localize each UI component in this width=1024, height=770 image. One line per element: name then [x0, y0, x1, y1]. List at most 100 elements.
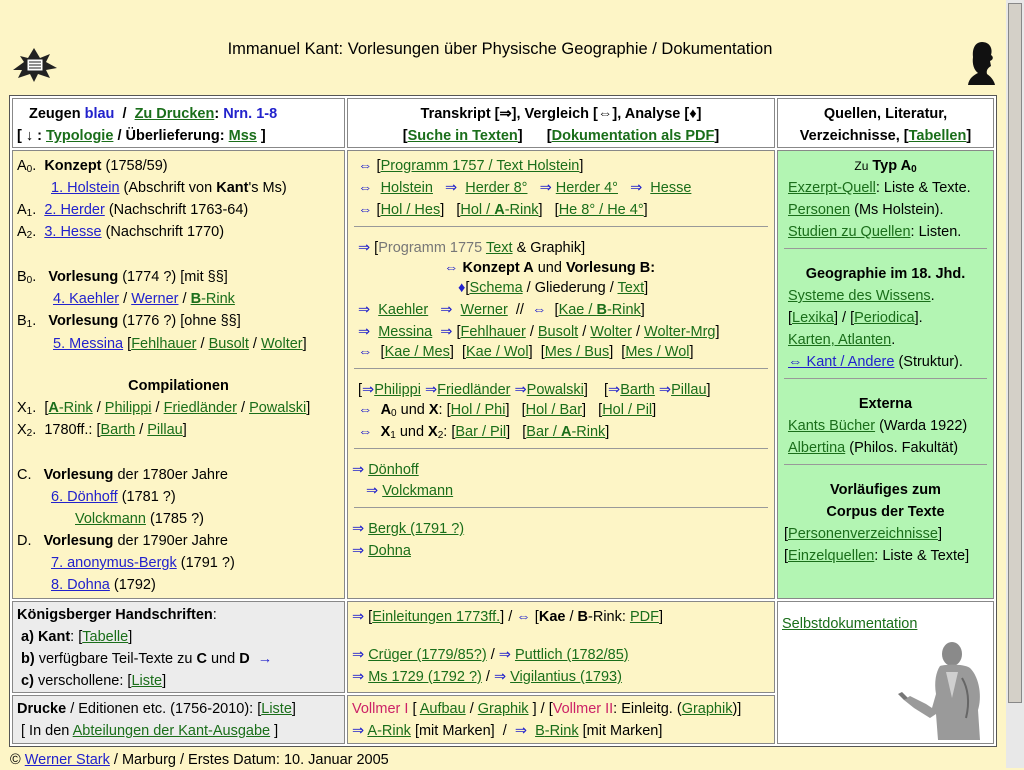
- aufbau-link[interactable]: Aufbau: [420, 701, 466, 717]
- dohna-link[interactable]: Dohna: [368, 543, 411, 559]
- liste-link[interactable]: Liste: [261, 701, 292, 717]
- graphik-link[interactable]: Graphik: [682, 701, 733, 717]
- herder-link[interactable]: 2. Herder: [44, 202, 104, 218]
- a-rink-link[interactable]: A-Rink: [367, 723, 411, 739]
- doenhoff-link[interactable]: 6. Dönhoff: [51, 489, 118, 505]
- text-link[interactable]: Text: [486, 240, 513, 256]
- kae-mes-link[interactable]: Kae / Mes: [385, 344, 450, 360]
- text-link[interactable]: Text: [618, 280, 645, 296]
- karten-link[interactable]: Karten, Atlanten: [788, 332, 891, 348]
- hol-hes-link[interactable]: Hol / Hes: [381, 202, 441, 218]
- graphik-link[interactable]: Graphik: [478, 701, 529, 717]
- schema-link[interactable]: Schema: [469, 280, 522, 296]
- werner-link[interactable]: Werner: [131, 291, 178, 307]
- wolter-link[interactable]: Wolter: [590, 324, 632, 340]
- vigilantius-link[interactable]: Vigilantius (1793): [510, 669, 622, 685]
- copyright-symbol: ©: [10, 752, 21, 768]
- typologie-link[interactable]: Typologie: [46, 128, 113, 144]
- busolt-link[interactable]: Busolt: [538, 324, 578, 340]
- bergk-link[interactable]: 7. anonymus-Bergk: [51, 555, 177, 571]
- friedlaender-link[interactable]: Friedländer: [164, 400, 237, 416]
- puttlich-link[interactable]: Puttlich (1782/85): [515, 647, 629, 663]
- pillau-link[interactable]: Pillau: [671, 382, 706, 398]
- mss-link[interactable]: Mss: [229, 128, 257, 144]
- philippi-link[interactable]: Philippi: [374, 382, 421, 398]
- powalski-link[interactable]: Powalski: [527, 382, 584, 398]
- herder8-link[interactable]: Herder 8°: [465, 180, 527, 196]
- programm-1775-label: Programm 1775: [378, 240, 483, 256]
- albertina-link[interactable]: Albertina: [788, 440, 845, 456]
- he-compare-link[interactable]: He 8° / He 4°: [559, 202, 644, 218]
- scrollbar-thumb[interactable]: [1008, 3, 1022, 703]
- hesse-link[interactable]: Hesse: [650, 180, 691, 196]
- periodica-link[interactable]: Periodica: [854, 310, 914, 326]
- pdf-link[interactable]: PDF: [630, 609, 659, 625]
- studien-link[interactable]: Studien zu Quellen: [788, 224, 911, 240]
- herder4-link[interactable]: Herder 4°: [556, 180, 618, 196]
- bergk-link[interactable]: Bergk (1791 ?): [368, 521, 464, 537]
- busolt-link[interactable]: Busolt: [209, 336, 249, 352]
- b-rink-link[interactable]: B-Rink: [535, 723, 579, 739]
- systeme-link[interactable]: Systeme des Wissens: [788, 288, 931, 304]
- drucke-cell: Drucke / Editionen etc. (1756-2010): [Li…: [12, 695, 345, 744]
- volckmann-link[interactable]: Volckmann: [75, 511, 146, 527]
- bar-pil-link[interactable]: Bar / Pil: [455, 424, 506, 440]
- fehlhauer-link[interactable]: Fehlhauer: [461, 324, 526, 340]
- einzelquellen-link[interactable]: Einzelquellen: [788, 548, 874, 564]
- philippi-link[interactable]: Philippi: [105, 400, 152, 416]
- lexika-link[interactable]: Lexika: [792, 310, 834, 326]
- werner-link[interactable]: Werner: [461, 302, 508, 318]
- tabelle-link[interactable]: Tabelle: [82, 629, 128, 645]
- barth-link[interactable]: Barth: [620, 382, 655, 398]
- personenverzeichnisse-link[interactable]: Personenverzeichnisse: [788, 526, 938, 542]
- liste-link[interactable]: Liste: [131, 673, 162, 689]
- programm-1757-link[interactable]: Programm 1757 / Text Holstein: [381, 158, 580, 174]
- zu-drucken-link[interactable]: Zu Drucken: [135, 106, 215, 122]
- powalski-link[interactable]: Powalski: [249, 400, 306, 416]
- abteilungen-link[interactable]: Abteilungen der Kant-Ausgabe: [73, 723, 271, 739]
- b-rink-link[interactable]: B-Rink: [191, 291, 235, 307]
- transcript-icon: ⇒: [440, 324, 453, 340]
- messina-link[interactable]: 5. Messina: [53, 336, 123, 352]
- suche-link[interactable]: Suche in Texten: [408, 128, 518, 144]
- kaehler-link[interactable]: 4. Kaehler: [53, 291, 119, 307]
- kants-buecher-link[interactable]: Kants Bücher: [788, 418, 875, 434]
- drucke-label: Drucke: [17, 701, 67, 717]
- author-link[interactable]: Werner Stark: [25, 752, 110, 768]
- doenhoff-link[interactable]: Dönhoff: [368, 462, 419, 478]
- kaehler-link[interactable]: Kaehler: [378, 302, 428, 318]
- mes-bus-link[interactable]: Mes / Bus: [545, 344, 609, 360]
- barth-link[interactable]: Barth: [101, 422, 136, 438]
- compare-icon: ⇔: [444, 260, 459, 276]
- messina-link[interactable]: Messina: [378, 324, 432, 340]
- pillau-link[interactable]: Pillau: [147, 422, 182, 438]
- holstein-link[interactable]: 1. Holstein: [51, 180, 120, 196]
- mes-wol-link[interactable]: Mes / Wol: [625, 344, 689, 360]
- exzerpt-link[interactable]: Exzerpt-Quell: [788, 180, 876, 196]
- doku-pdf-link[interactable]: Dokumentation als PDF: [552, 128, 715, 144]
- friedlaender-link[interactable]: Friedländer: [437, 382, 510, 398]
- hol-phi-link[interactable]: Hol / Phi: [451, 402, 506, 418]
- kant-andere-link[interactable]: ⇔ Kant / Andere: [788, 354, 894, 370]
- dohna-link[interactable]: 8. Dohna: [51, 577, 110, 593]
- kae-b-rink-link[interactable]: Kae / B-Rink: [559, 302, 641, 318]
- selbstdokumentation-link[interactable]: Selbstdokumentation: [782, 616, 917, 632]
- hol-bar-link[interactable]: Hol / Bar: [526, 402, 582, 418]
- wolter-link[interactable]: Wolter: [261, 336, 303, 352]
- tabellen-link[interactable]: Tabellen: [909, 128, 967, 144]
- hesse-link[interactable]: 3. Hesse: [44, 224, 101, 240]
- personen-link[interactable]: Personen: [788, 202, 850, 218]
- fehlhauer-link[interactable]: Fehlhauer: [131, 336, 196, 352]
- arrow-right-icon[interactable]: →: [258, 651, 273, 667]
- holstein-link[interactable]: Holstein: [381, 180, 433, 196]
- wolter-mrg-link[interactable]: Wolter-Mrg: [644, 324, 715, 340]
- kae-wol-link[interactable]: Kae / Wol: [466, 344, 529, 360]
- cruger-link[interactable]: Crüger (1779/85?): [368, 647, 487, 663]
- ms1729-link[interactable]: Ms 1729 (1792 ?): [368, 669, 482, 685]
- einleitungen-link[interactable]: Einleitungen 1773ff.: [372, 609, 500, 625]
- volckmann-link[interactable]: Volckmann: [382, 483, 453, 499]
- hol-a-rink-link[interactable]: Hol / A-Rink: [460, 202, 538, 218]
- bar-a-rink-link[interactable]: Bar / A-Rink: [526, 424, 605, 440]
- a-rink-link[interactable]: A-Rink: [48, 400, 92, 416]
- hol-pil-link[interactable]: Hol / Pil: [602, 402, 652, 418]
